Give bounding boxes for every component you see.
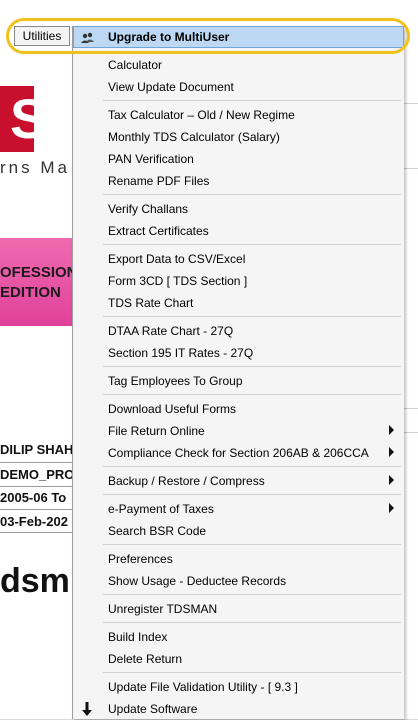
menu-item-label: Tax Calculator – Old / New Regime xyxy=(108,108,295,122)
menu-item-label: Update File Validation Utility - [ 9.3 ] xyxy=(108,680,298,694)
menu-item-label: Preferences xyxy=(108,552,173,566)
menu-item-label: e-Payment of Taxes xyxy=(108,502,214,516)
menu-item-label: File Return Online xyxy=(108,424,205,438)
menu-item-label: Delete Return xyxy=(108,652,183,666)
menu-separator xyxy=(103,494,401,495)
menu-view-update-document[interactable]: View Update Document xyxy=(73,76,404,98)
menu-file-return-online[interactable]: File Return Online xyxy=(73,420,404,442)
menu-separator xyxy=(103,672,401,673)
menu-item-label: Download Useful Forms xyxy=(108,402,237,416)
menu-item-label: Tag Employees To Group xyxy=(108,374,243,388)
menu-item-label: TDS Rate Chart xyxy=(108,296,194,310)
submenu-arrow-icon xyxy=(389,447,394,457)
edition-line-1: OFESSION xyxy=(0,264,72,281)
menu-item-label: Update Software xyxy=(108,702,198,716)
edition-badge: OFESSION EDITION xyxy=(0,238,72,326)
menu-e-payment[interactable]: e-Payment of Taxes xyxy=(73,498,404,520)
info-date: 03-Feb-202 xyxy=(0,514,68,529)
brand-text: dsm xyxy=(0,562,70,600)
menu-separator xyxy=(103,100,401,101)
menu-separator xyxy=(103,544,401,545)
menu-item-label: Rename PDF Files xyxy=(108,174,210,188)
menu-item-label: Compliance Check for Section 206AB & 206… xyxy=(108,446,369,460)
info-divider xyxy=(0,486,72,487)
logo-letters: SM xyxy=(10,87,72,150)
edition-line-2: EDITION xyxy=(0,284,61,301)
menu-search-bsr[interactable]: Search BSR Code xyxy=(73,520,404,542)
menu-item-label: DTAA Rate Chart - 27Q xyxy=(108,324,234,338)
menu-calculator[interactable]: Calculator xyxy=(73,54,404,76)
menu-tax-calculator[interactable]: Tax Calculator – Old / New Regime xyxy=(73,104,404,126)
info-divider xyxy=(0,462,72,463)
menu-tag-employees[interactable]: Tag Employees To Group xyxy=(73,370,404,392)
menu-backup-restore[interactable]: Backup / Restore / Compress xyxy=(73,470,404,492)
menu-pan-verification[interactable]: PAN Verification xyxy=(73,148,404,170)
submenu-arrow-icon xyxy=(389,503,394,513)
submenu-arrow-icon xyxy=(389,475,394,485)
menu-item-label: Monthly TDS Calculator (Salary) xyxy=(108,130,280,144)
menu-item-label: Backup / Restore / Compress xyxy=(108,474,265,488)
utilities-dropdown: Upgrade to MultiUser Calculator View Upd… xyxy=(72,26,404,719)
menu-build-index[interactable]: Build Index xyxy=(73,626,404,648)
menu-form-3cd[interactable]: Form 3CD [ TDS Section ] xyxy=(73,270,404,292)
menu-separator xyxy=(103,316,401,317)
menu-monthly-tds-calculator[interactable]: Monthly TDS Calculator (Salary) xyxy=(73,126,404,148)
menu-update-software[interactable]: Update Software xyxy=(73,698,404,720)
menu-section-195-rates[interactable]: Section 195 IT Rates - 27Q xyxy=(73,342,404,364)
info-user: DILIP SHAH xyxy=(0,442,72,457)
download-arrow-icon xyxy=(79,701,95,717)
menu-unregister[interactable]: Unregister TDSMAN xyxy=(73,598,404,620)
right-panel xyxy=(403,50,418,719)
menu-item-label: Search BSR Code xyxy=(108,524,207,538)
info-year: 2005-06 To xyxy=(0,490,67,505)
menu-item-label: View Update Document xyxy=(108,80,234,94)
menu-item-label: Section 195 IT Rates - 27Q xyxy=(108,346,254,360)
menu-rename-pdf[interactable]: Rename PDF Files xyxy=(73,170,404,192)
menu-item-label: Calculator xyxy=(108,58,163,72)
menu-item-label: PAN Verification xyxy=(108,152,194,166)
menu-show-usage[interactable]: Show Usage - Deductee Records xyxy=(73,570,404,592)
menu-download-forms[interactable]: Download Useful Forms xyxy=(73,398,404,420)
menu-tds-rate-chart[interactable]: TDS Rate Chart xyxy=(73,292,404,314)
info-divider xyxy=(0,532,72,533)
menu-item-label: Unregister TDSMAN xyxy=(108,602,218,616)
menu-separator xyxy=(103,594,401,595)
submenu-arrow-icon xyxy=(389,425,394,435)
menu-dtaa-rate-chart[interactable]: DTAA Rate Chart - 27Q xyxy=(73,320,404,342)
info-divider xyxy=(0,509,72,510)
highlight-annotation xyxy=(6,18,410,54)
menu-verify-challans[interactable]: Verify Challans xyxy=(73,198,404,220)
menu-item-label: Verify Challans xyxy=(108,202,189,216)
menu-item-label: Build Index xyxy=(108,630,168,644)
menu-item-label: Export Data to CSV/Excel xyxy=(108,252,246,266)
menu-item-label: Extract Certificates xyxy=(108,224,209,238)
logo-tagline: rns Ma xyxy=(0,158,70,177)
menu-item-label: Form 3CD [ TDS Section ] xyxy=(108,274,248,288)
menu-delete-return[interactable]: Delete Return xyxy=(73,648,404,670)
menu-separator xyxy=(103,394,401,395)
menu-item-label: Show Usage - Deductee Records xyxy=(108,574,287,588)
info-deductor: DEMO_PRO xyxy=(0,467,72,482)
menu-separator xyxy=(103,244,401,245)
menu-preferences[interactable]: Preferences xyxy=(73,548,404,570)
menu-compliance-check[interactable]: Compliance Check for Section 206AB & 206… xyxy=(73,442,404,464)
menu-separator xyxy=(103,466,401,467)
menu-separator xyxy=(103,194,401,195)
menu-export-csv[interactable]: Export Data to CSV/Excel xyxy=(73,248,404,270)
menu-extract-certificates[interactable]: Extract Certificates xyxy=(73,220,404,242)
menu-separator xyxy=(103,622,401,623)
menu-separator xyxy=(103,366,401,367)
app-logo: SM xyxy=(0,86,72,156)
menu-update-validation-utility[interactable]: Update File Validation Utility - [ 9.3 ] xyxy=(73,676,404,698)
